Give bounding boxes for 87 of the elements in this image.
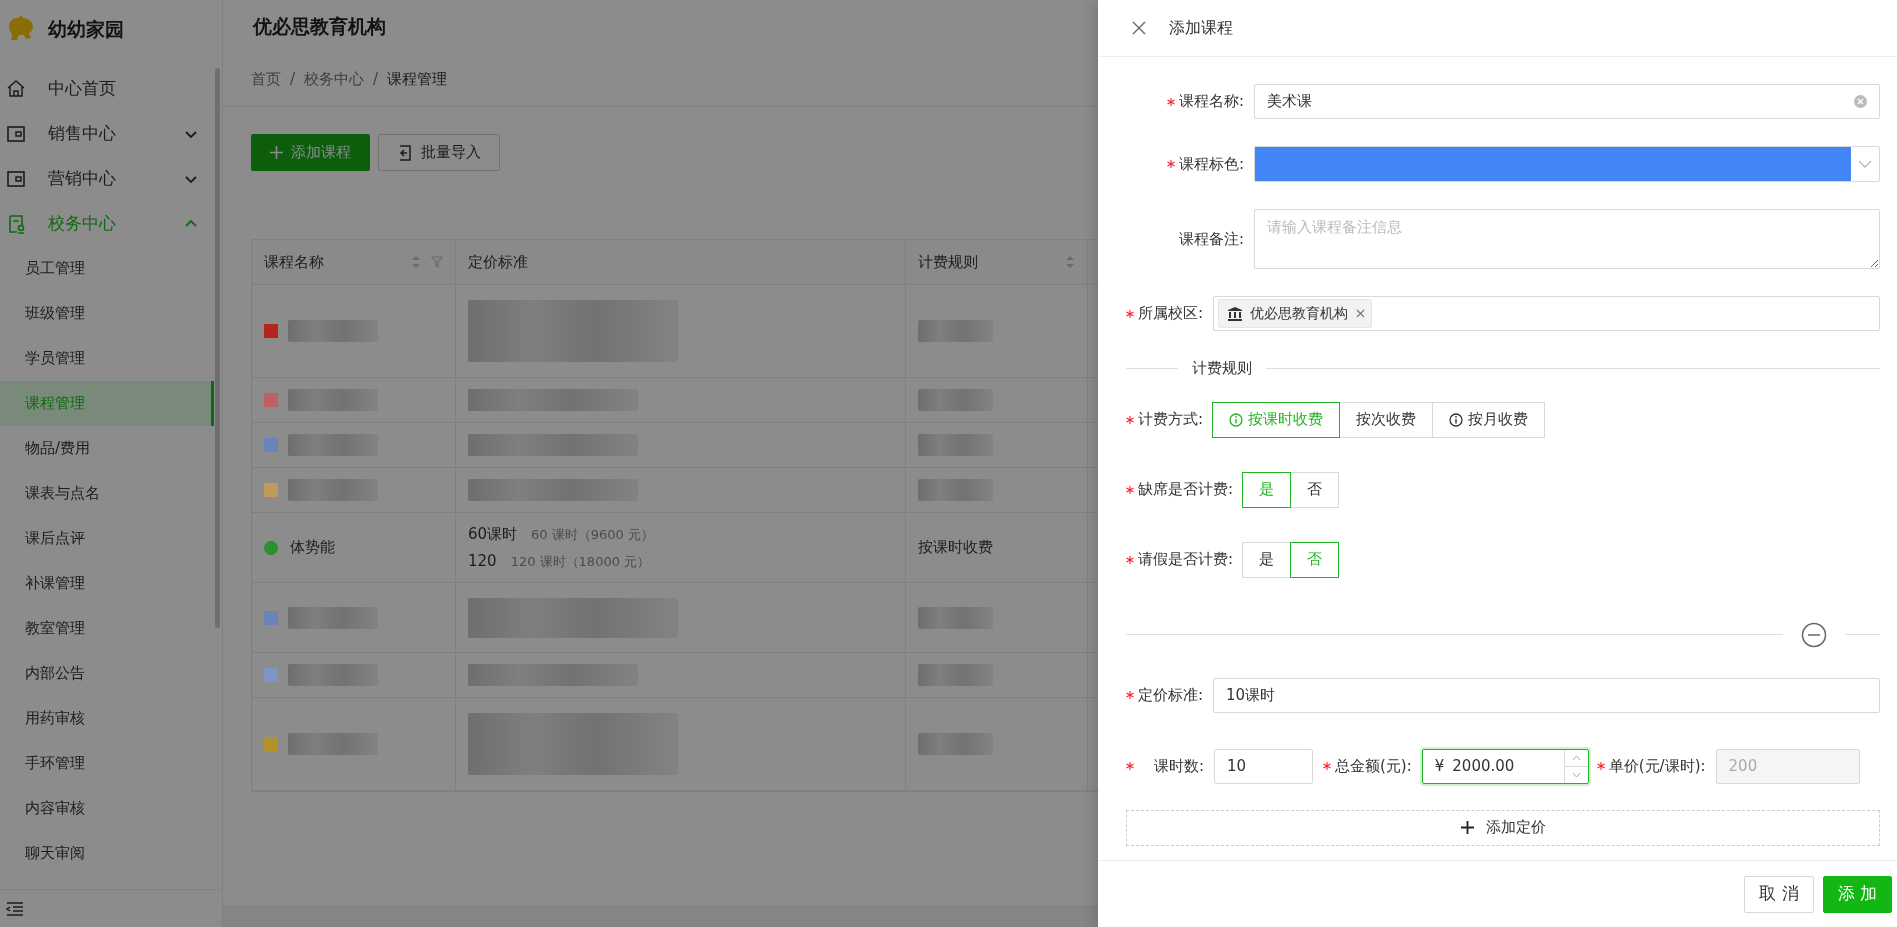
submenu-item[interactable]: 内部公告 <box>0 651 214 696</box>
submenu-item[interactable]: 物品/费用 <box>0 426 214 471</box>
sort-icon[interactable] <box>411 255 421 269</box>
organization-title: 优必思教育机构 <box>253 13 386 39</box>
submenu-item[interactable]: 补课管理 <box>0 561 214 606</box>
required-icon <box>1126 691 1134 699</box>
breadcrumb-separator: / <box>373 68 379 90</box>
required-icon <box>1126 762 1134 770</box>
menu-item[interactable]: 中心首页 <box>0 66 214 111</box>
course-name-field[interactable]: 美术课 <box>1254 84 1880 119</box>
sort-icon[interactable] <box>1065 255 1075 269</box>
submenu-item[interactable]: 用药审核 <box>0 696 214 741</box>
price-detail: 60 课时（9600 元） <box>531 526 654 544</box>
segment-option[interactable]: 否 <box>1290 471 1340 508</box>
clear-icon[interactable] <box>1854 95 1867 108</box>
total-amount-field[interactable]: ¥ 2000.00 <box>1421 748 1589 784</box>
required-icon <box>1596 762 1605 770</box>
submenu-item[interactable]: 聊天审阅 <box>0 831 214 876</box>
wallet-icon <box>6 168 26 189</box>
chevron-down-icon[interactable] <box>1858 160 1872 168</box>
segment-option[interactable]: 是 <box>1242 471 1292 508</box>
lesson-count-field[interactable]: 10 <box>1214 748 1313 784</box>
segment-option[interactable]: 按课时收费 <box>1212 401 1341 438</box>
submenu-item[interactable]: 员工管理 <box>0 246 214 291</box>
segment-option[interactable]: 按月收费 <box>1432 401 1546 438</box>
field-label: 请假是否计费: <box>1138 549 1234 571</box>
segment-option[interactable]: 是 <box>1242 541 1292 578</box>
close-button[interactable] <box>1131 20 1147 36</box>
field-label: 总金额(元): <box>1335 755 1412 777</box>
price-detail: 120 课时（18000 元） <box>510 552 651 571</box>
submenu-item[interactable]: 教室管理 <box>0 606 214 651</box>
field-label: 缺席是否计费: <box>1138 479 1234 501</box>
field-label: 课程备注: <box>1178 228 1244 250</box>
document-icon <box>6 213 26 234</box>
submenu-item[interactable]: 班级管理 <box>0 291 214 336</box>
field-label: 所属校区: <box>1138 303 1204 325</box>
submenu-item[interactable]: 学员管理 <box>0 336 214 381</box>
add-price-button[interactable]: 添加定价 <box>1126 809 1880 846</box>
column-header: 定价标准 <box>468 251 529 273</box>
breadcrumb-link[interactable]: 首页 <box>251 67 281 91</box>
wallet-icon <box>6 123 26 144</box>
price-name: 120 <box>468 550 497 572</box>
breadcrumb-current: 课程管理 <box>387 68 448 90</box>
field-label: 单价(元/课时): <box>1608 755 1706 777</box>
campus-tag[interactable]: 优必思教育机构 <box>1218 299 1373 328</box>
spin-down-icon[interactable] <box>1571 771 1581 778</box>
required-icon <box>1323 762 1331 770</box>
breadcrumb-link[interactable]: 校务中心 <box>304 67 365 91</box>
segment-option[interactable]: 否 <box>1290 541 1340 578</box>
submenu-item[interactable]: 手环管理 <box>0 741 214 786</box>
home-icon <box>6 78 26 99</box>
pricing-standard-field[interactable]: 10课时 <box>1213 677 1880 713</box>
price-name: 60课时 <box>468 524 518 545</box>
drawer-title: 添加课程 <box>1169 17 1233 39</box>
menu-item[interactable]: 营销中心 <box>0 156 214 201</box>
unit-price-field: 200 <box>1715 748 1860 784</box>
plus-icon <box>1460 821 1474 834</box>
menu-item[interactable]: 销售中心 <box>0 111 214 156</box>
segment-option[interactable]: 按次收费 <box>1339 401 1434 438</box>
menu-fold-icon[interactable] <box>6 900 24 917</box>
field-label: 课程名称: <box>1178 91 1244 113</box>
plus-icon <box>270 146 283 159</box>
filter-icon[interactable] <box>431 256 443 268</box>
submit-button[interactable]: 添 加 <box>1822 875 1892 913</box>
spin-up-icon[interactable] <box>1571 754 1581 761</box>
submenu-item[interactable]: 课表与点名 <box>0 471 214 516</box>
field-label: 定价标准: <box>1138 684 1204 706</box>
submenu-item[interactable]: 课后点评 <box>0 516 214 561</box>
remarks-field[interactable]: 请输入课程备注信息 <box>1254 209 1880 269</box>
minus-circle-icon[interactable] <box>1801 621 1827 648</box>
brand-name: 幼幼家园 <box>48 16 124 42</box>
submenu-item[interactable]: 内容审核 <box>0 786 214 831</box>
column-header: 计费规则 <box>918 251 979 273</box>
campus-select[interactable]: 优必思教育机构 <box>1213 296 1880 331</box>
cancel-button[interactable]: 取 消 <box>1744 875 1814 913</box>
import-button[interactable]: 批量导入 <box>378 134 500 171</box>
field-label: 课时数: <box>1153 755 1204 777</box>
billing-rule: 按课时收费 <box>918 537 993 559</box>
building-icon <box>1228 306 1243 321</box>
remove-icon[interactable] <box>1356 309 1366 318</box>
section-title: 计费规则 <box>1192 358 1252 379</box>
field-label: 课程标色: <box>1178 153 1244 175</box>
import-icon <box>397 144 413 161</box>
breadcrumb-separator: / <box>290 68 296 90</box>
course-name: 体势能 <box>290 537 335 559</box>
field-label: 计费方式: <box>1138 409 1204 431</box>
column-header: 课程名称 <box>264 251 325 273</box>
